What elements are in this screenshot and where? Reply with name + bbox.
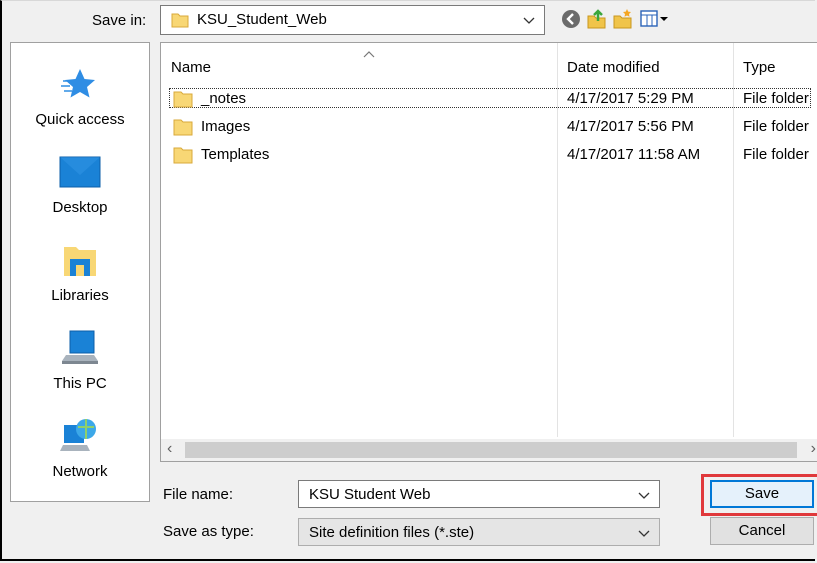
cancel-button[interactable]: Cancel [710,517,814,545]
place-this-pc[interactable]: This PC [11,327,149,392]
place-label: Libraries [51,287,109,304]
chevron-down-icon[interactable] [522,10,536,34]
desktop-icon [58,151,102,195]
file-type: File folder [743,146,809,163]
column-header-type[interactable]: Type [743,59,776,76]
file-row[interactable]: Images 4/17/2017 5:56 PM File folder [161,115,817,139]
place-label: Network [52,463,108,480]
place-label: Desktop [52,199,108,216]
file-name: Images [201,118,251,135]
new-folder-icon[interactable] [612,8,636,32]
folder-icon [173,146,193,168]
save-in-label: Save in: [92,12,147,29]
save-button[interactable]: Save [710,480,814,508]
file-name-label: File name: [163,486,234,503]
file-row[interactable]: Templates 4/17/2017 11:58 AM File folder [161,143,817,167]
file-date: 4/17/2017 5:56 PM [567,118,694,135]
column-header-name[interactable]: Name [171,59,211,76]
column-header-date[interactable]: Date modified [567,59,660,76]
chevron-down-icon[interactable] [637,523,651,547]
save-in-value: KSU_Student_Web [197,11,327,28]
file-row[interactable]: _notes 4/17/2017 5:29 PM File folder [161,87,817,111]
up-folder-icon[interactable] [586,8,610,32]
place-quick-access[interactable]: Quick access [11,63,149,128]
place-label: This PC [53,375,107,392]
scroll-right-icon[interactable]: › [811,440,816,458]
horizontal-scrollbar[interactable]: ‹ › [161,439,817,461]
save-as-type-value: Site definition files (*.ste) [309,524,475,541]
save-as-type-label: Save as type: [163,523,254,540]
focus-rectangle [169,88,811,108]
scroll-left-icon[interactable]: ‹ [167,440,172,458]
file-name-value: KSU Student Web [309,486,431,503]
file-list[interactable]: Name Date modified Type _notes 4/17/2017… [160,42,817,462]
file-date: 4/17/2017 5:29 PM [567,90,694,107]
file-type: File folder [743,118,809,135]
libraries-icon [58,239,102,283]
file-date: 4/17/2017 11:58 AM [567,146,701,163]
places-bar: Quick access Desktop Libraries This PC N… [10,42,150,502]
place-libraries[interactable]: Libraries [11,239,149,304]
back-icon[interactable] [560,8,584,32]
save-in-dropdown[interactable]: KSU_Student_Web [160,5,545,35]
folder-icon [173,90,193,112]
scrollbar-thumb[interactable] [185,442,797,458]
folder-icon [171,12,189,32]
place-label: Quick access [35,111,125,128]
place-network[interactable]: Network [11,415,149,480]
place-desktop[interactable]: Desktop [11,151,149,216]
file-name: Templates [201,146,270,163]
folder-icon [173,118,193,140]
file-type: File folder [743,90,809,107]
network-icon [58,415,102,459]
computer-icon [58,327,102,371]
save-as-type-dropdown[interactable]: Site definition files (*.ste) [298,518,660,546]
chevron-down-icon[interactable] [637,485,651,509]
sort-ascending-icon [363,45,375,62]
file-name: _notes [201,90,247,107]
star-icon [58,63,102,107]
file-name-field[interactable]: KSU Student Web [298,480,660,508]
view-menu-icon[interactable] [639,8,671,32]
